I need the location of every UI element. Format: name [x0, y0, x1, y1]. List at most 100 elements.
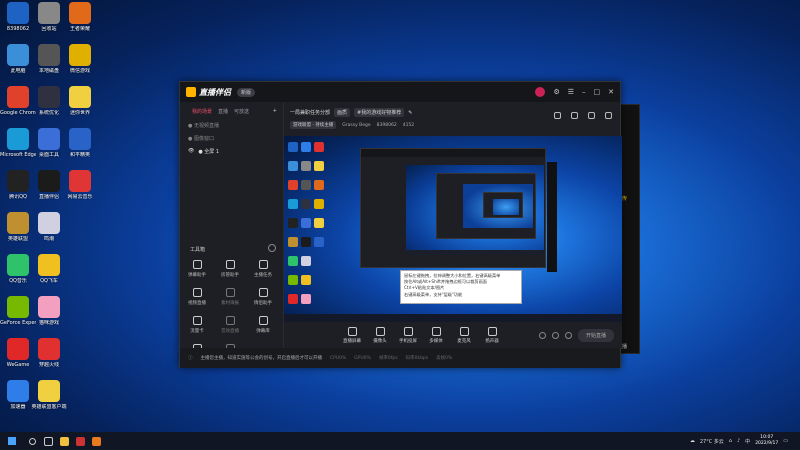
app-icon: [69, 170, 91, 192]
live-companion-window[interactable]: 直播伴侣 新版 ⚙ ☰ – □ ✕ 我的场景 直播 可放送 + ● 无视频直播 …: [179, 81, 622, 368]
taskbar-app-1[interactable]: [72, 432, 88, 450]
category-pill[interactable]: 游戏联盟 · 持续主播: [290, 121, 337, 129]
tool-item[interactable]: 弹幕助手: [184, 260, 210, 278]
camera-button[interactable]: 摄像头: [366, 326, 394, 344]
desktop-icon[interactable]: 鸣潮: [31, 212, 67, 242]
gpu-stat: GPU0%: [354, 355, 371, 361]
cpu-stat: CPU0%: [330, 355, 347, 361]
stream-preview[interactable]: 鼠标左键拖拽，拉伸调整大小和位置，右键高级菜单 按住Alt或Alt+Shift并…: [284, 136, 622, 322]
toolbox-title: 工具箱: [190, 247, 206, 253]
eye-icon[interactable]: 👁: [188, 148, 194, 155]
desktop-icon[interactable]: 迷你世界: [62, 86, 98, 116]
tool-item[interactable]: 素材海报: [217, 288, 243, 306]
tool-item[interactable]: 音效直播: [217, 316, 243, 334]
desktop-icon[interactable]: 和平精英: [62, 128, 98, 158]
taskbar-app-2[interactable]: [88, 432, 104, 450]
user-avatar[interactable]: [535, 87, 546, 97]
tool-label: 视频直播: [188, 301, 206, 306]
app-icon: [7, 170, 29, 192]
start-live-button[interactable]: 开始直播: [577, 328, 614, 342]
lock-icon[interactable]: [588, 112, 595, 119]
desktop-icon[interactable]: 微信游戏: [62, 44, 98, 74]
button-label: 直播屏幕: [343, 338, 361, 344]
tool-item[interactable]: 弹幕库: [250, 316, 276, 334]
button-label: 扬声器: [485, 338, 499, 344]
desktop-icon[interactable]: 英雄联盟客户端: [31, 380, 67, 410]
weather-text[interactable]: 27°C 多云: [700, 438, 724, 445]
microphone-button[interactable]: 麦克风: [450, 326, 478, 344]
tool-label: 素材海报: [221, 301, 239, 306]
desktop-icon[interactable]: 王者荣耀: [62, 2, 98, 32]
preview-desktop-icon: [288, 275, 298, 285]
windows-icon: [8, 437, 16, 445]
close-icon[interactable]: ✕: [608, 88, 614, 96]
tool-item[interactable]: 房管助手: [217, 260, 243, 278]
screen-capture-button[interactable]: 直播屏幕: [338, 326, 366, 344]
taskbar: ☁ 27°C 多云 ⌂ ♪ 中 10:07 2022/9/17 ▭: [0, 432, 800, 450]
maximize-icon[interactable]: □: [594, 88, 601, 96]
desktop-icon[interactable]: 猫咪游戏: [31, 296, 67, 326]
preview-desktop-icon: [301, 199, 311, 209]
clock[interactable]: 10:07 2022/9/17: [755, 435, 778, 447]
tool-item[interactable]: 情侣助手: [250, 288, 276, 306]
eye-toggle-icon[interactable]: [551, 331, 559, 339]
preview-desktop-icon: [301, 256, 311, 266]
monitor-icon: [347, 326, 357, 336]
network-icon[interactable]: ⌂: [729, 438, 732, 444]
button-label: 摄像头: [373, 338, 387, 344]
edit-icon[interactable]: ✎: [408, 110, 412, 116]
tool-item[interactable]: 主播任务: [250, 260, 276, 278]
menu-icon[interactable]: ☰: [568, 88, 574, 96]
start-button[interactable]: [0, 432, 24, 450]
scene-item[interactable]: ● 无视频直播: [180, 119, 283, 132]
app-icon: [38, 212, 60, 234]
share-icon[interactable]: [605, 112, 612, 119]
toolbox-more-icon[interactable]: [268, 244, 276, 252]
app-titlebar[interactable]: 直播伴侣 新版 ⚙ ☰ – □ ✕: [180, 82, 620, 102]
status-notice[interactable]: 主播您主播，知道实施等公会的创号，开启直播后才可以开播: [201, 355, 323, 361]
desktop-icon[interactable]: 网易云音乐: [62, 170, 98, 200]
tool-label: 弹幕助手: [188, 273, 206, 278]
settings-small-icon[interactable]: [564, 331, 572, 339]
desktop-icon-label: 和平精英: [69, 152, 90, 158]
version-badge[interactable]: 新版: [237, 87, 256, 97]
taskbar-explorer[interactable]: [56, 432, 72, 450]
desktop-icon[interactable]: QQ飞车: [31, 254, 67, 284]
tool-label: 情侣助手: [254, 301, 272, 306]
ime-indicator[interactable]: 中: [745, 438, 750, 445]
tool-item[interactable]: 视频直播: [184, 288, 210, 306]
minimize-icon[interactable]: –: [582, 88, 586, 96]
tool-item[interactable]: 流量卡: [184, 316, 210, 334]
app-logo-icon: [186, 87, 196, 97]
tab-live[interactable]: 直播: [218, 108, 228, 115]
desktop-icon[interactable]: 穿越火线: [31, 338, 67, 368]
preview-desktop-icon: [288, 142, 298, 152]
tab-scenes[interactable]: 我的场景: [192, 108, 212, 115]
app-logo: 直播伴侣: [186, 87, 231, 98]
speaker-button[interactable]: 扬声器: [478, 326, 506, 344]
left-panel: 我的场景 直播 可放送 + ● 无视频直播 ● 图像窗口 👁 ● 全屏 1 工具箱…: [180, 102, 284, 362]
record-icon[interactable]: [538, 331, 546, 339]
clipboard-icon[interactable]: [571, 112, 578, 119]
preview-desktop-icon: [301, 180, 311, 190]
taskbar-taskview[interactable]: [40, 432, 56, 450]
add-scene-icon[interactable]: +: [273, 108, 277, 115]
main-panel: 一局兼职任务分部 画质 #我的游戏好物推荐 ✎ 游戏联盟 · 持续主播 Gras…: [284, 102, 622, 348]
taskbar-search[interactable]: [24, 432, 40, 450]
preview-desktop-icon: [301, 218, 311, 228]
phone-cast-button[interactable]: 手机投屏: [394, 326, 422, 344]
quality-pill[interactable]: 画质: [334, 108, 351, 117]
scene-item[interactable]: ● 图像窗口: [180, 132, 283, 145]
gift-icon[interactable]: [554, 112, 561, 119]
tool-label: 弹幕库: [256, 329, 270, 334]
media-button[interactable]: 多媒体: [422, 326, 450, 344]
preview-desktop-icon: [288, 180, 298, 190]
app-icon: [38, 254, 60, 276]
app-icon: [69, 128, 91, 150]
room-name[interactable]: #我的游戏好物推荐: [354, 108, 405, 117]
notification-icon[interactable]: ▭: [783, 438, 788, 444]
scene-item[interactable]: 👁 ● 全屏 1: [180, 145, 283, 158]
settings-icon[interactable]: ⚙: [553, 88, 559, 96]
tab-broadcast[interactable]: 可放送: [234, 108, 249, 115]
volume-icon[interactable]: ♪: [737, 438, 740, 444]
